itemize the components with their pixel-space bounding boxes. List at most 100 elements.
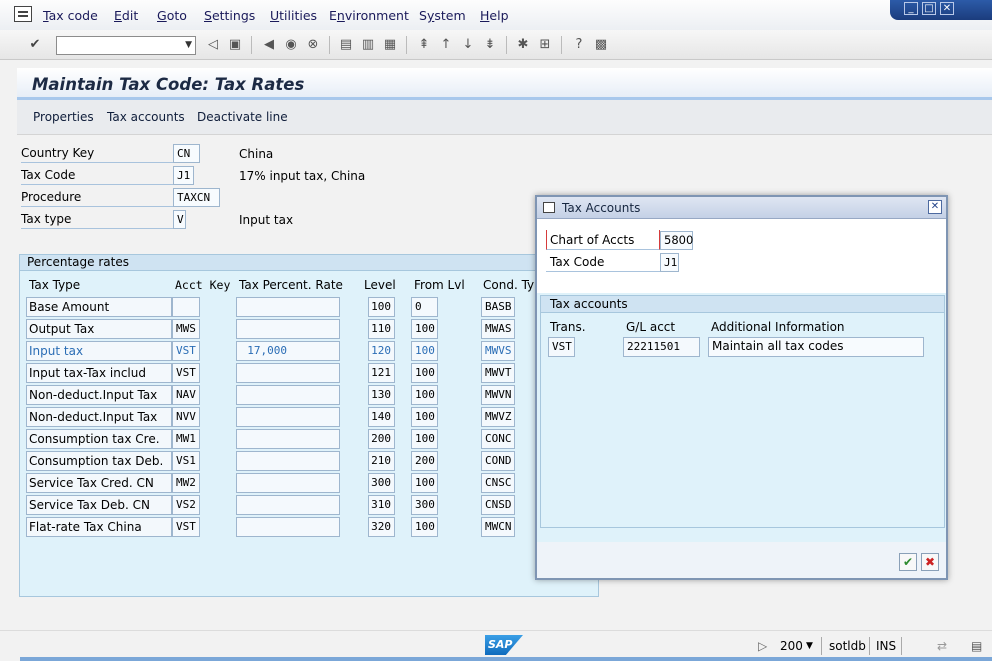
menu-environment[interactable]: Environment xyxy=(329,8,409,23)
row-level[interactable]: 310 xyxy=(368,495,395,515)
minimize-icon[interactable]: _ xyxy=(904,2,918,15)
row-level[interactable]: 300 xyxy=(368,473,395,493)
row-account-key[interactable]: MW1 xyxy=(172,429,200,449)
tax-accounts-button[interactable]: Tax accounts xyxy=(107,110,185,124)
menu-system[interactable]: System xyxy=(419,8,466,23)
row-tax-rate[interactable] xyxy=(236,363,340,383)
dialog-tax-code-field[interactable]: J1 xyxy=(660,253,679,272)
find-icon[interactable]: ▥ xyxy=(360,37,376,53)
row-condition-type[interactable]: MWVN xyxy=(481,385,515,405)
deactivate-line-button[interactable]: Deactivate line xyxy=(197,110,288,124)
row-condition-type[interactable]: MWCN xyxy=(481,517,515,537)
next-page-icon[interactable]: ↓ xyxy=(460,37,476,53)
row-account-key[interactable]: MWS xyxy=(172,319,200,339)
row-account-key[interactable]: VS1 xyxy=(172,451,200,471)
row-tax-rate[interactable] xyxy=(236,495,340,515)
additional-info-field[interactable]: Maintain all tax codes xyxy=(708,337,924,357)
row-level[interactable]: 140 xyxy=(368,407,395,427)
row-account-key[interactable]: NVV xyxy=(172,407,200,427)
row-condition-type[interactable]: BASB xyxy=(481,297,515,317)
shortcut-icon[interactable]: ⊞ xyxy=(537,37,553,53)
row-from-level[interactable]: 100 xyxy=(411,385,438,405)
maximize-icon[interactable]: □ xyxy=(922,2,936,15)
enter-icon[interactable]: ✔ xyxy=(27,37,43,53)
row-level[interactable]: 210 xyxy=(368,451,395,471)
row-level[interactable]: 100 xyxy=(368,297,395,317)
row-tax-rate[interactable] xyxy=(236,517,340,537)
row-tax-rate[interactable] xyxy=(236,385,340,405)
row-tax-rate[interactable] xyxy=(236,451,340,471)
row-account-key[interactable] xyxy=(172,297,200,317)
row-from-level[interactable]: 100 xyxy=(411,407,438,427)
trans-field[interactable]: VST xyxy=(548,337,575,357)
menu-edit[interactable]: Edit xyxy=(114,8,138,23)
row-from-level[interactable]: 200 xyxy=(411,451,438,471)
row-tax-rate[interactable]: 17,000 xyxy=(236,341,340,361)
row-account-key[interactable]: VS2 xyxy=(172,495,200,515)
row-from-level[interactable]: 100 xyxy=(411,319,438,339)
row-condition-type[interactable]: CNSC xyxy=(481,473,515,493)
back-arrow-icon[interactable]: ◁ xyxy=(205,37,221,53)
row-level[interactable]: 120 xyxy=(368,341,395,361)
row-from-level[interactable]: 100 xyxy=(411,429,438,449)
row-condition-type[interactable]: CONC xyxy=(481,429,515,449)
back-icon[interactable]: ◀ xyxy=(261,37,277,53)
row-tax-rate[interactable] xyxy=(236,473,340,493)
exit-icon[interactable]: ◉ xyxy=(283,37,299,53)
chart-of-accounts-field[interactable]: 5800 xyxy=(660,231,693,250)
chevron-down-icon[interactable]: ▼ xyxy=(185,40,192,50)
last-page-icon[interactable]: ⇟ xyxy=(482,37,498,53)
row-tax-rate[interactable] xyxy=(236,429,340,449)
first-page-icon[interactable]: ⇞ xyxy=(416,37,432,53)
gl-account-field[interactable]: 22211501 xyxy=(623,337,700,357)
new-session-icon[interactable]: ✱ xyxy=(515,37,531,53)
command-field[interactable]: ▼ xyxy=(56,36,196,55)
row-condition-type[interactable]: CNSD xyxy=(481,495,515,515)
procedure-field[interactable]: TAXCN xyxy=(173,188,220,207)
row-account-key[interactable]: VST xyxy=(172,517,200,537)
chevron-down-icon[interactable]: ▼ xyxy=(806,641,813,651)
row-level[interactable]: 200 xyxy=(368,429,395,449)
row-from-level[interactable]: 100 xyxy=(411,363,438,383)
message-icon[interactable]: ⇄ xyxy=(937,639,947,653)
confirm-button[interactable]: ✔ xyxy=(899,553,917,571)
row-account-key[interactable]: VST xyxy=(172,363,200,383)
row-from-level[interactable]: 0 xyxy=(411,297,438,317)
row-from-level[interactable]: 300 xyxy=(411,495,438,515)
menu-utilities[interactable]: Utilities xyxy=(270,8,317,23)
row-condition-type[interactable]: MWVZ xyxy=(481,407,515,427)
menu-settings[interactable]: Settings xyxy=(204,8,255,23)
row-from-level[interactable]: 100 xyxy=(411,341,438,361)
find-next-icon[interactable]: ▦ xyxy=(382,37,398,53)
row-from-level[interactable]: 100 xyxy=(411,473,438,493)
save-icon[interactable]: ▣ xyxy=(227,37,243,53)
menu-help[interactable]: Help xyxy=(480,8,509,23)
row-condition-type[interactable]: MWVS xyxy=(481,341,515,361)
previous-page-icon[interactable]: ↑ xyxy=(438,37,454,53)
system-menu-icon[interactable] xyxy=(14,6,32,22)
row-condition-type[interactable]: MWAS xyxy=(481,319,515,339)
row-level[interactable]: 320 xyxy=(368,517,395,537)
insert-mode[interactable]: INS xyxy=(876,639,896,653)
print-icon[interactable]: ▤ xyxy=(338,37,354,53)
row-condition-type[interactable]: MWVT xyxy=(481,363,515,383)
country-key-field[interactable]: CN xyxy=(173,144,200,163)
menu-tax-code[interactable]: Tax code xyxy=(43,8,98,23)
help-icon[interactable]: ? xyxy=(571,37,587,53)
row-level[interactable]: 110 xyxy=(368,319,395,339)
row-level[interactable]: 130 xyxy=(368,385,395,405)
menu-goto[interactable]: Goto xyxy=(157,8,187,23)
cancel-button[interactable]: ✖ xyxy=(921,553,939,571)
row-level[interactable]: 121 xyxy=(368,363,395,383)
close-window-icon[interactable]: ✕ xyxy=(940,2,954,15)
tax-code-field[interactable]: J1 xyxy=(173,166,194,185)
properties-button[interactable]: Properties xyxy=(33,110,94,124)
close-icon[interactable]: ✕ xyxy=(928,200,942,214)
row-tax-rate[interactable] xyxy=(236,297,340,317)
row-tax-rate[interactable] xyxy=(236,407,340,427)
row-tax-rate[interactable] xyxy=(236,319,340,339)
row-condition-type[interactable]: COND xyxy=(481,451,515,471)
row-account-key[interactable]: NAV xyxy=(172,385,200,405)
tax-type-field[interactable]: V xyxy=(173,210,186,229)
row-account-key[interactable]: VST xyxy=(172,341,200,361)
